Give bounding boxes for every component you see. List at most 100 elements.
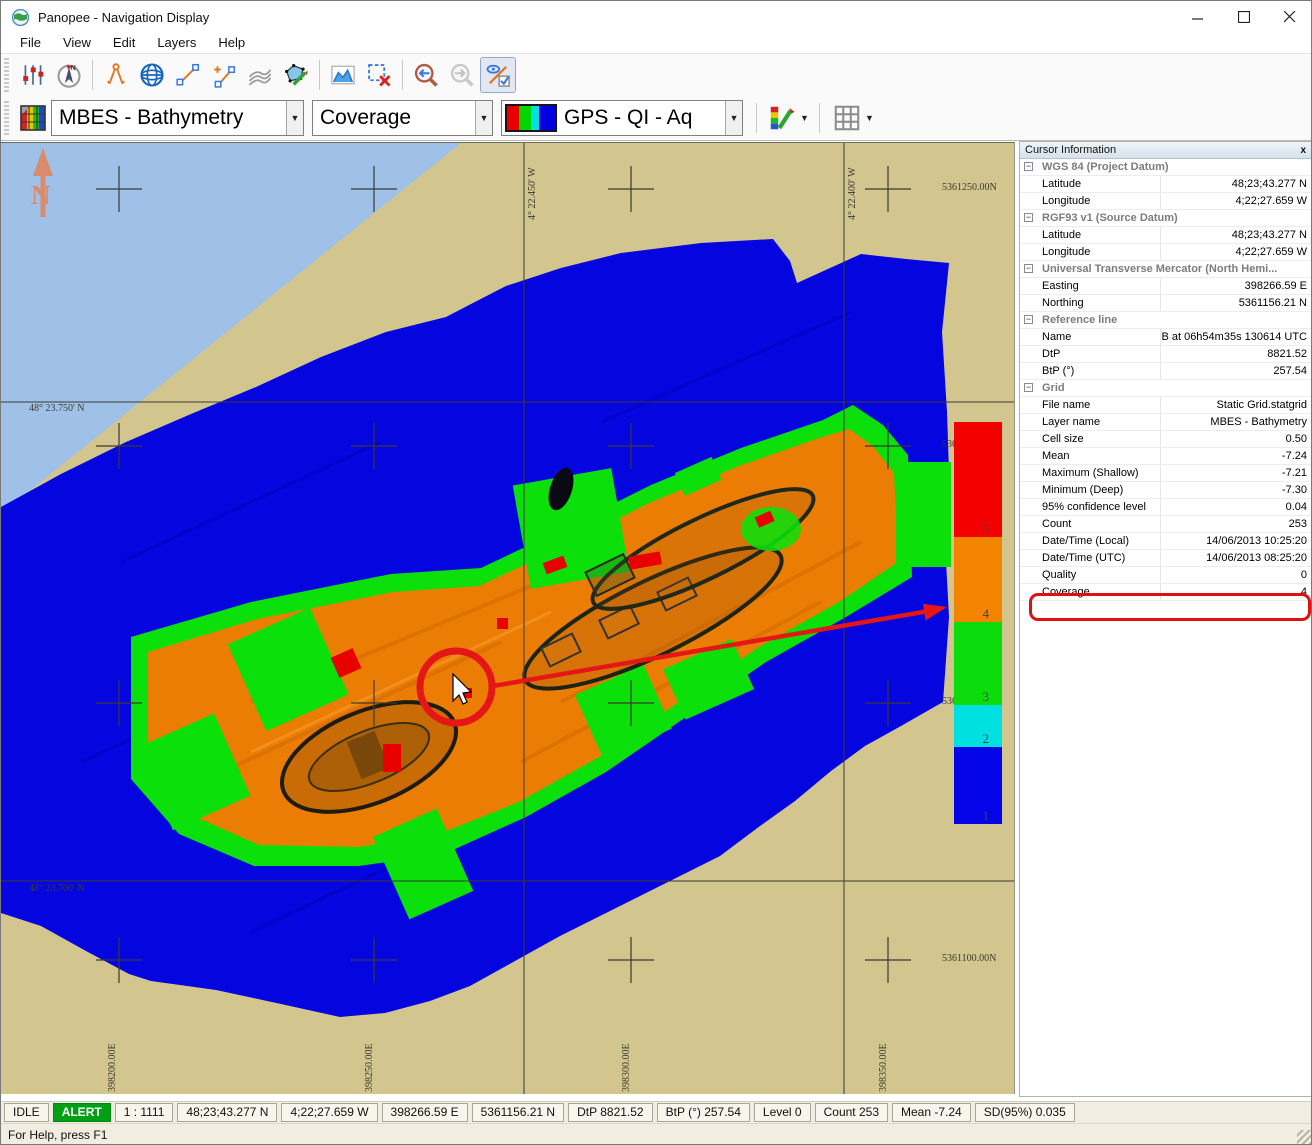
- collapse-icon[interactable]: −: [1024, 162, 1033, 171]
- panel-title: Cursor Information: [1025, 144, 1116, 156]
- colormap-grid-icon[interactable]: [15, 100, 51, 136]
- status-segment: 5361156.21 N: [472, 1103, 565, 1122]
- panel-title-bar[interactable]: Cursor Information x: [1020, 142, 1312, 159]
- map-canvas[interactable]: N: [1, 143, 1015, 1094]
- chevron-down-icon[interactable]: ▼: [475, 101, 492, 135]
- menu-bar: FileViewEditLayersHelp: [1, 33, 1312, 53]
- status-segment: Count 253: [815, 1103, 888, 1122]
- edit-colors-icon[interactable]: ▼: [762, 100, 814, 136]
- collapse-icon[interactable]: −: [1024, 315, 1033, 324]
- contours-icon[interactable]: [242, 57, 278, 93]
- chevron-down-icon[interactable]: ▼: [286, 101, 303, 135]
- colormap-segment: [507, 106, 519, 130]
- panel-group-row[interactable]: −Universal Transverse Mercator (North He…: [1020, 261, 1312, 278]
- layers-toolbar: MBES - Bathymetry ▼ Coverage ▼ GPS - QI …: [1, 96, 1312, 141]
- colorbar-block: 3: [954, 622, 1002, 705]
- layer-combo[interactable]: MBES - Bathymetry ▼: [51, 100, 304, 136]
- menu-help[interactable]: Help: [207, 33, 256, 53]
- menu-edit[interactable]: Edit: [102, 33, 146, 53]
- panel-item-label: Easting: [1042, 278, 1160, 294]
- panel-item-value: 398266.59 E: [1160, 278, 1312, 294]
- chevron-down-icon[interactable]: ▼: [800, 113, 809, 123]
- menu-view[interactable]: View: [52, 33, 102, 53]
- panel-item-value: 253: [1160, 516, 1312, 532]
- panel-item-row: Count253: [1020, 516, 1312, 533]
- app-logo-icon: [12, 9, 29, 26]
- collapse-icon[interactable]: −: [1024, 383, 1033, 392]
- panel-item-row: Date/Time (UTC)14/06/2013 08:25:20: [1020, 550, 1312, 567]
- survey-validation-icon[interactable]: [480, 57, 516, 93]
- toolbar-gripper[interactable]: [4, 101, 9, 135]
- panel-item-row: Latitude48;23;43.277 N: [1020, 176, 1312, 193]
- window-title: Panopee - Navigation Display: [38, 10, 209, 25]
- panel-item-row: Latitude48;23;43.277 N: [1020, 227, 1312, 244]
- geodesy-globe-icon[interactable]: [134, 57, 170, 93]
- resize-grip[interactable]: [1297, 1130, 1311, 1144]
- grid-display-icon[interactable]: ▼: [825, 100, 881, 136]
- panel-item-value: 14/06/2013 10:25:20: [1160, 533, 1312, 549]
- title-bar[interactable]: Panopee - Navigation Display: [1, 1, 1312, 33]
- panel-group-row[interactable]: −Grid: [1020, 380, 1312, 397]
- draw-line-icon[interactable]: [170, 57, 206, 93]
- help-text: For Help, press F1: [8, 1128, 107, 1142]
- grid-label: 5361100.00N: [942, 953, 996, 964]
- map-viewport[interactable]: N 48° 23.750' N48° 23.700' N5361250.00N5…: [1, 142, 1015, 1094]
- collapse-icon[interactable]: −: [1024, 264, 1033, 273]
- cursor-information-panel: Cursor Information x −WGS 84 (Project Da…: [1019, 141, 1312, 1097]
- colormap-combo[interactable]: GPS - QI - Aq ▼: [501, 100, 743, 136]
- menu-file[interactable]: File: [9, 33, 52, 53]
- display-settings-icon[interactable]: [15, 57, 51, 93]
- main-toolbar: N: [1, 53, 1312, 96]
- profile-chart-icon[interactable]: [325, 57, 361, 93]
- colormap-segment: [519, 106, 531, 130]
- grid-label: 398300.00E: [621, 1043, 632, 1092]
- toolbar-separator: [92, 60, 93, 90]
- panel-item-label: Quality: [1042, 567, 1160, 583]
- status-segment: 1 : 1111: [115, 1103, 174, 1122]
- colorbar-block: 2: [954, 705, 1002, 747]
- compass-icon[interactable]: N: [51, 57, 87, 93]
- zoom-previous-icon[interactable]: [408, 57, 444, 93]
- delete-selection-icon[interactable]: [361, 57, 397, 93]
- collapse-icon[interactable]: −: [1024, 213, 1033, 222]
- grid-label: 4° 22.450' W: [527, 167, 538, 220]
- colorbar-label: 1: [983, 808, 990, 824]
- toolbar-gripper[interactable]: [4, 58, 9, 92]
- add-line-point-icon[interactable]: [206, 57, 242, 93]
- chevron-down-icon[interactable]: ▼: [725, 101, 742, 135]
- panel-close-icon[interactable]: x: [1300, 145, 1306, 156]
- panel-item-label: 95% confidence level: [1042, 499, 1160, 515]
- panel-item-label: Latitude: [1042, 176, 1160, 192]
- chevron-down-icon[interactable]: ▼: [865, 113, 874, 123]
- edit-polygon-icon[interactable]: [278, 57, 314, 93]
- display-mode-combo[interactable]: Coverage ▼: [312, 100, 493, 136]
- panel-item-value: 8821.52: [1160, 346, 1312, 362]
- panel-group-row[interactable]: −Reference line: [1020, 312, 1312, 329]
- panel-item-value: 48;23;43.277 N: [1160, 176, 1312, 192]
- status-segment: BtP (°) 257.54: [657, 1103, 750, 1122]
- panel-item-row: Northing5361156.21 N: [1020, 295, 1312, 312]
- panel-item-row: Cell size0.50: [1020, 431, 1312, 448]
- colorbar-label: 3: [983, 689, 990, 705]
- zoom-next-icon[interactable]: [444, 57, 480, 93]
- status-segment: SD(95%) 0.035: [975, 1103, 1075, 1122]
- display-mode-value: Coverage: [313, 106, 475, 130]
- maximize-button[interactable]: [1221, 1, 1267, 33]
- panel-group-row[interactable]: −WGS 84 (Project Datum): [1020, 159, 1312, 176]
- panel-item-value: MBES - Bathymetry: [1160, 414, 1312, 430]
- panel-item-row: Date/Time (Local)14/06/2013 10:25:20: [1020, 533, 1312, 550]
- close-button[interactable]: [1267, 1, 1312, 33]
- panel-group-label: Universal Transverse Mercator (North Hem…: [1042, 261, 1277, 277]
- minimize-button[interactable]: [1175, 1, 1221, 33]
- panel-item-label: Layer name: [1042, 414, 1160, 430]
- panel-item-label: File name: [1042, 397, 1160, 413]
- panel-group-row[interactable]: −RGF93 v1 (Source Datum): [1020, 210, 1312, 227]
- menu-layers[interactable]: Layers: [146, 33, 207, 53]
- colorbar-block: 5: [954, 422, 1002, 537]
- status-segment: IDLE: [4, 1103, 49, 1122]
- measure-calipers-icon[interactable]: [98, 57, 134, 93]
- panel-item-label: Count: [1042, 516, 1160, 532]
- panel-item-label: Latitude: [1042, 227, 1160, 243]
- toolbar-separator: [756, 103, 757, 133]
- panel-item-row: 95% confidence level0.04: [1020, 499, 1312, 516]
